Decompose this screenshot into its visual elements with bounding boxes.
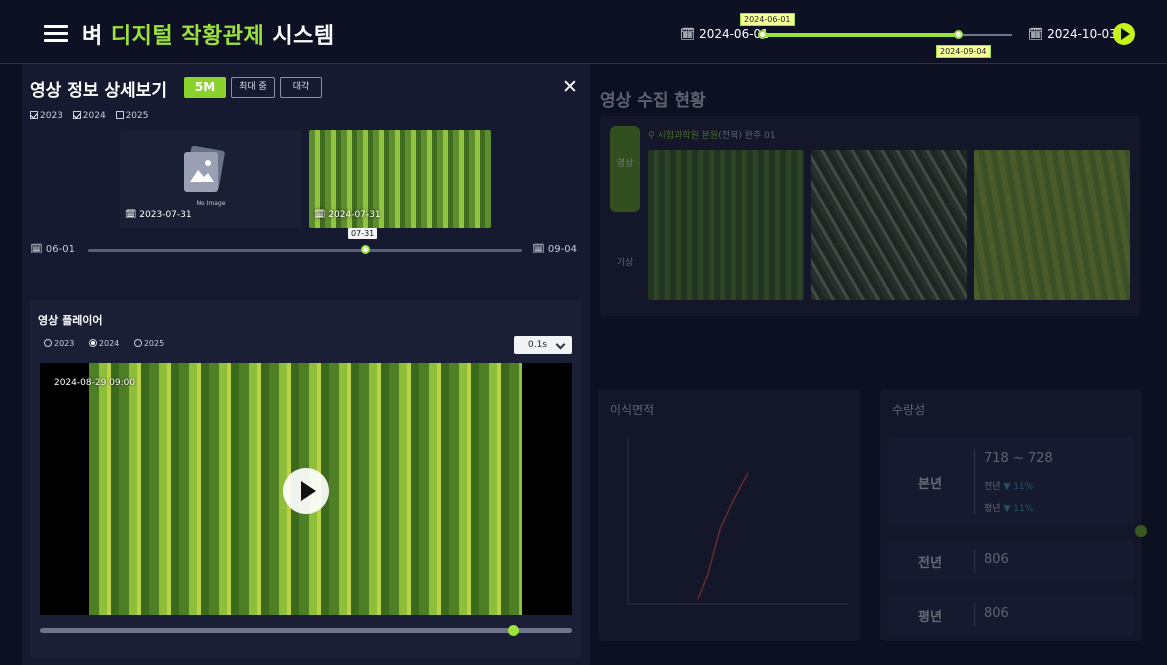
range-start: 🗓 06-01 xyxy=(30,244,75,255)
timeline-end: 🗓 2024-10-03 xyxy=(1028,27,1117,41)
close-icon[interactable]: ✕ xyxy=(562,76,578,98)
thumbnail-date: 🗓 2024-07-31 xyxy=(314,210,381,220)
tab-video[interactable]: 영상 xyxy=(610,126,640,212)
location-label: ⚲ 시험과학원 본원(전북) 완주 01 xyxy=(648,131,776,141)
speed-select[interactable]: 0.1s xyxy=(514,336,572,354)
play-icon[interactable] xyxy=(283,468,329,514)
timeline-current-tag: 2024-09-04 xyxy=(936,45,991,58)
yield-prev-label: 전년 xyxy=(918,556,942,571)
yield-avg-change: 평년 ▼ 11% xyxy=(984,504,1034,514)
year-radio-2023[interactable]: 2023 xyxy=(44,339,74,348)
transplant-area-card: 이식면적 xyxy=(598,389,860,641)
collection-image[interactable] xyxy=(811,150,967,300)
year-checkbox-group: 2023 2024 2025 xyxy=(30,111,155,121)
no-image-icon xyxy=(184,146,225,192)
yield-current-box: 본년 718 ~ 728 전년 ▼ 11% 평년 ▼ 11% xyxy=(888,437,1134,527)
year-radio-2024[interactable]: 2024 xyxy=(88,339,119,348)
thumbnail-date: 🗓 2023-07-31 xyxy=(125,210,192,220)
no-image-label: No Image xyxy=(196,200,226,207)
thumbnail-2024[interactable]: 🗓 2024-07-31 xyxy=(309,130,491,228)
date-range-slider: 🗓 06-01 07-31 🗓 09-04 xyxy=(30,228,582,260)
yield-prev-change: 전년 ▼ 11% xyxy=(984,482,1034,492)
range-track[interactable] xyxy=(88,249,522,252)
year-checkbox-2023[interactable]: 2023 xyxy=(30,111,63,121)
yield-prev-box: 전년 806 xyxy=(888,539,1134,583)
next-arrow-icon[interactable] xyxy=(1135,525,1147,537)
divider xyxy=(974,449,975,515)
menu-icon[interactable] xyxy=(44,25,68,43)
yield-prev-value: 806 xyxy=(984,552,1009,567)
timeline-fill xyxy=(762,33,959,37)
date-timeline: 🗓 2024-06-01 2024-06-01 2024-09-04 🗓 202… xyxy=(670,0,1150,64)
yield-avg-value: 806 xyxy=(984,606,1009,621)
timeline-current-knob[interactable] xyxy=(954,30,963,39)
image-collection-card: 영상 기상 ⚲ 시험과학원 본원(전북) 완주 01 xyxy=(600,116,1140,316)
collection-image[interactable] xyxy=(648,150,804,300)
year-checkbox-2024[interactable]: 2024 xyxy=(72,111,106,121)
dashboard-title: 영상 수집 현황 xyxy=(600,91,706,111)
app-title: 벼 디지털 작황관제 시스템 xyxy=(82,24,335,49)
range-end: 🗓 09-04 xyxy=(532,244,577,255)
thumbnail-2023[interactable]: No Image 🗓 2023-07-31 xyxy=(120,130,302,228)
seek-knob[interactable] xyxy=(508,625,519,636)
wide-button[interactable]: 대각 xyxy=(280,77,322,98)
modal-title: 영상 정보 상세보기 xyxy=(30,81,167,101)
app-root: 벼 디지털 작황관제 시스템 🗓 2024-06-01 2024-06-01 2… xyxy=(0,0,1167,665)
divider xyxy=(974,603,975,627)
collection-image[interactable] xyxy=(974,150,1130,300)
seek-bar[interactable] xyxy=(40,628,572,633)
video-player-card: 영상 플레이어 2023 2024 2025 0.1s 2024-08-29 0… xyxy=(30,300,582,658)
year-radio-group: 2023 2024 2025 xyxy=(44,339,176,348)
range-knob[interactable] xyxy=(361,245,370,254)
range-current-tag: 07-31 xyxy=(348,228,378,239)
image-detail-modal: 영상 정보 상세보기 5M 최대 줌 대각 ✕ 2023 2024 2025 N… xyxy=(22,64,590,665)
video-timestamp: 2024-08-29 09:00 xyxy=(54,378,136,388)
dashboard-background: 영상 수집 현황 영상 기상 ⚲ 시험과학원 본원(전북) 완주 01 이식면적… xyxy=(590,64,1167,665)
player-title: 영상 플레이어 xyxy=(38,314,103,327)
yield-current-label: 본년 xyxy=(918,477,942,492)
yield-card: 수량성 본년 718 ~ 728 전년 ▼ 11% 평년 ▼ 11% 전년 80… xyxy=(880,389,1142,641)
timeline-start-tag: 2024-06-01 xyxy=(740,13,795,26)
year-checkbox-2025[interactable]: 2025 xyxy=(115,111,148,121)
video-frame[interactable]: 2024-08-29 09:00 xyxy=(40,363,572,615)
max-zoom-button[interactable]: 최대 줌 xyxy=(231,77,275,98)
divider xyxy=(974,549,975,573)
timeline-start-knob[interactable] xyxy=(758,30,767,39)
yield-avg-label: 평년 xyxy=(918,610,942,625)
tab-weather[interactable]: 기상 xyxy=(610,221,640,301)
zoom-5m-button[interactable]: 5M xyxy=(184,77,226,98)
timeline-start: 🗓 2024-06-01 xyxy=(680,27,769,41)
timeline-play-button[interactable] xyxy=(1113,23,1135,45)
yield-title: 수량성 xyxy=(892,403,926,417)
yield-current-value: 718 ~ 728 xyxy=(984,451,1053,466)
chart-canvas xyxy=(627,439,848,605)
yield-avg-box: 평년 806 xyxy=(888,593,1134,637)
year-radio-2025[interactable]: 2025 xyxy=(133,339,164,348)
top-header: 벼 디지털 작황관제 시스템 🗓 2024-06-01 2024-06-01 2… xyxy=(0,0,1167,64)
